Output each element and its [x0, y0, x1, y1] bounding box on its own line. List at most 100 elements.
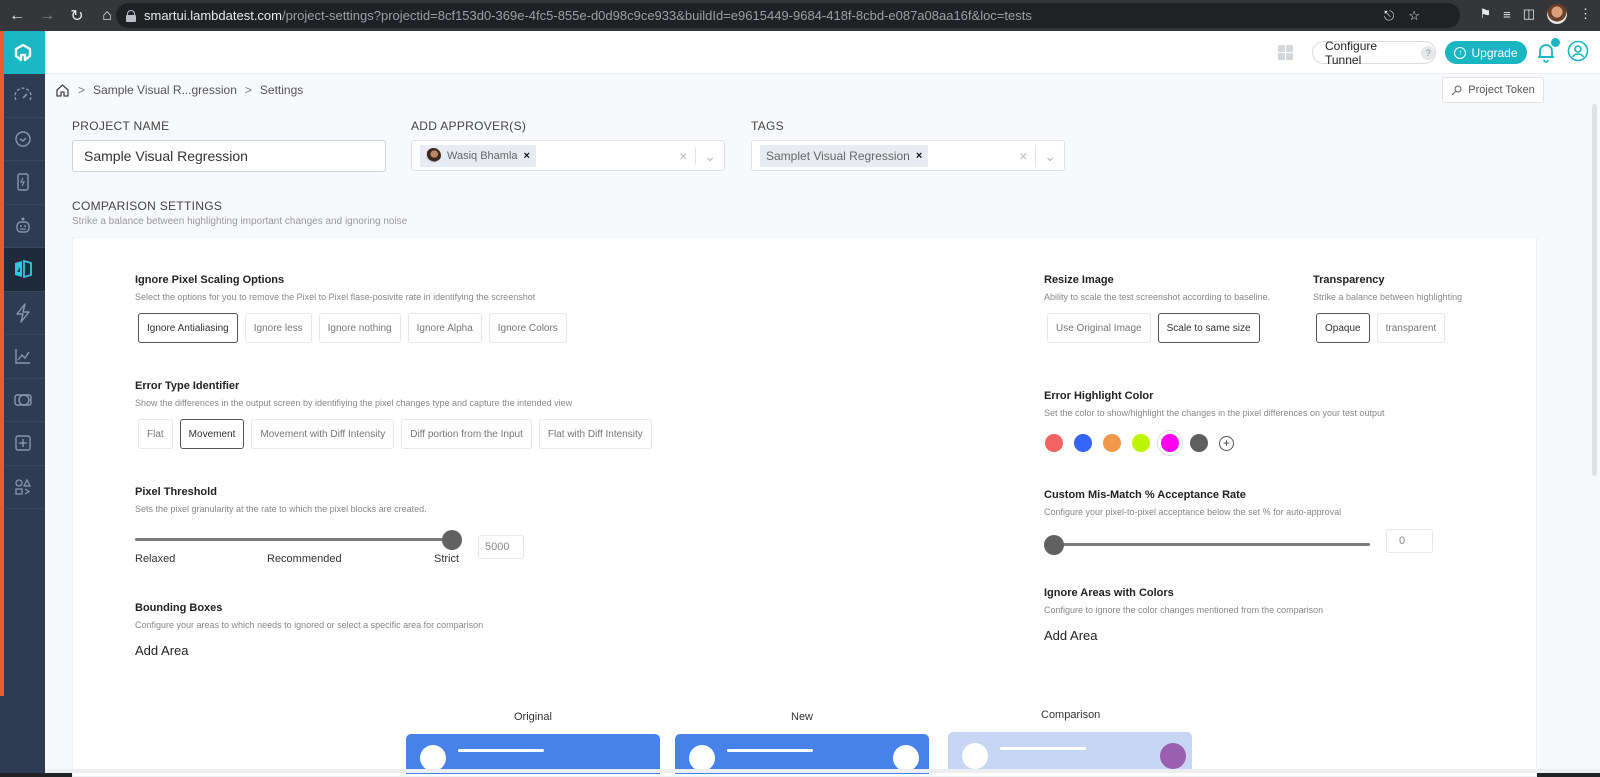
breadcrumb-project[interactable]: Sample Visual R...gression [93, 83, 237, 97]
extensions-icon[interactable]: ⚑ [1479, 6, 1491, 22]
clear-icon[interactable]: × [1019, 148, 1027, 164]
sidebar-item-automation[interactable] [0, 118, 45, 161]
chevron-down-icon[interactable]: ⌄ [704, 148, 716, 165]
option-diff-portion-input[interactable]: Diff portion from the Input [401, 419, 532, 449]
transparency-options: Opaque transparent [1316, 313, 1446, 343]
tag-chip: Samplet Visual Regression × [760, 144, 929, 167]
sidebar-item-integrations[interactable] [0, 422, 45, 466]
preview-label-new: New [791, 711, 814, 723]
url-text[interactable]: smartui.lambdatest.com/project-settings?… [144, 8, 1032, 23]
option-scale-same-size[interactable]: Scale to same size [1157, 313, 1260, 343]
slider-thumb[interactable] [442, 530, 462, 550]
sidebar-item-real-device[interactable] [0, 161, 45, 205]
configure-tunnel-label: Configure Tunnel [1325, 38, 1378, 67]
color-swatch-blue[interactable] [1074, 434, 1092, 452]
option-ignore-antialiasing[interactable]: Ignore Antialiasing [138, 313, 238, 343]
lambdatest-logo[interactable] [0, 31, 45, 74]
sidebar-item-smart-ui[interactable] [0, 248, 45, 292]
address-bar[interactable]: smartui.lambdatest.com/project-settings?… [116, 3, 1460, 28]
sidebar [0, 31, 45, 773]
breadcrumb-separator: > [78, 83, 86, 97]
sidebar-item-hyperexecute[interactable] [0, 292, 45, 335]
color-swatch-orange[interactable] [1103, 434, 1121, 452]
resize-image-title: Resize Image [1044, 274, 1114, 286]
top-header: Configure Tunnel ? ↑ Upgrade [45, 31, 1600, 74]
sidebar-item-apps[interactable] [0, 466, 45, 509]
approvers-select[interactable]: Wasiq Bhamla × × ⌄ [411, 140, 725, 171]
tags-label: TAGS [751, 119, 784, 133]
ignore-colors-subtitle: Configure to ignore the color changes me… [1044, 605, 1324, 615]
app-root: Configure Tunnel ? ↑ Upgrade > Sample Vi… [0, 31, 1600, 777]
option-ignore-colors[interactable]: Ignore Colors [488, 313, 567, 343]
configure-tunnel-button[interactable]: Configure Tunnel ? [1312, 38, 1436, 67]
apps-grid-icon[interactable] [1278, 45, 1293, 60]
remove-chip-icon[interactable]: × [524, 150, 530, 162]
menu-kebab-icon[interactable]: ⋮ [1579, 6, 1592, 22]
preview-text-line [458, 749, 544, 752]
clock-cycle-icon [14, 131, 31, 147]
clear-icon[interactable]: × [679, 148, 687, 164]
option-flat-diff-intensity[interactable]: Flat with Diff Intensity [538, 419, 652, 449]
project-token-button[interactable]: Project Token [1442, 77, 1544, 103]
transparency-subtitle: Strike a balance between highlighting [1313, 292, 1463, 302]
project-token-label: Project Token [1468, 84, 1535, 96]
home-breadcrumb-icon[interactable] [55, 83, 70, 98]
option-movement[interactable]: Movement [179, 419, 245, 449]
ignore-colors-add-area[interactable]: Add Area [1044, 628, 1098, 643]
option-use-original-image[interactable]: Use Original Image [1047, 313, 1151, 343]
option-ignore-less[interactable]: Ignore less [244, 313, 312, 343]
sidebar-item-test-at-scale[interactable] [0, 205, 45, 248]
user-profile-icon[interactable] [1567, 40, 1589, 62]
sidebar-item-issue-tracker[interactable] [0, 379, 45, 422]
speedometer-icon [13, 87, 32, 101]
bounding-boxes-add-area[interactable]: Add Area [135, 643, 189, 658]
pixel-threshold-slider[interactable] [135, 530, 462, 550]
reload-icon[interactable]: ↻ [64, 3, 90, 29]
option-ignore-nothing[interactable]: Ignore nothing [318, 313, 401, 343]
option-transparent[interactable]: transparent [1376, 313, 1446, 343]
pixel-threshold-subtitle: Sets the pixel granularity at the rate t… [135, 504, 427, 514]
slider-thumb[interactable] [1044, 535, 1064, 555]
preview-diff-marker [1160, 743, 1186, 769]
add-color-icon[interactable]: + [1219, 435, 1234, 451]
approver-name: Wasiq Bhamla [447, 149, 518, 162]
project-name-input[interactable] [72, 140, 386, 172]
profile-avatar[interactable] [1547, 4, 1567, 24]
select-divider [1035, 147, 1037, 165]
mismatch-title: Custom Mis-Match % Acceptance Rate [1044, 489, 1246, 501]
help-icon[interactable]: ? [1421, 45, 1435, 60]
lock-icon[interactable] [126, 9, 136, 22]
mismatch-slider[interactable] [1044, 535, 1370, 555]
reading-list-icon[interactable]: ≡ [1503, 7, 1511, 22]
back-icon[interactable]: ← [4, 3, 30, 29]
mismatch-input[interactable]: 0 [1386, 529, 1433, 553]
color-swatch-red[interactable] [1045, 434, 1063, 452]
notifications-bell-icon[interactable] [1534, 38, 1560, 64]
sidebar-item-dashboard[interactable] [0, 74, 45, 118]
pixel-threshold-input[interactable]: 5000 [478, 535, 524, 559]
bookmark-star-icon[interactable]: ☆ [1408, 8, 1420, 24]
sidebar-item-analytics[interactable] [0, 335, 45, 379]
option-opaque[interactable]: Opaque [1316, 313, 1370, 343]
color-swatch-gray[interactable] [1190, 434, 1208, 452]
share-icon[interactable]: ⎋ [1384, 8, 1394, 24]
tags-select[interactable]: Samplet Visual Regression × × ⌄ [751, 140, 1065, 171]
upgrade-button[interactable]: ↑ Upgrade [1445, 41, 1527, 64]
preview-extra-circle [893, 745, 919, 771]
browser-toolbar: ← → ↻ ⌂ smartui.lambdatest.com/project-s… [0, 0, 1600, 31]
color-swatch-lime[interactable] [1132, 434, 1150, 452]
sidepanel-icon[interactable]: ◫ [1523, 6, 1535, 22]
option-flat[interactable]: Flat [138, 419, 173, 449]
remove-chip-icon[interactable]: × [916, 150, 922, 162]
forward-icon[interactable]: → [34, 3, 60, 29]
project-name-label: PROJECT NAME [72, 119, 170, 133]
window-edge-accent [0, 31, 4, 696]
highlight-color-subtitle: Set the color to show/highlight the chan… [1044, 408, 1385, 418]
option-ignore-alpha[interactable]: Ignore Alpha [407, 313, 482, 343]
color-swatch-magenta[interactable] [1161, 434, 1179, 452]
page-scrollbar[interactable] [1592, 104, 1597, 476]
preview-new-image [675, 734, 929, 774]
ignore-pixel-title: Ignore Pixel Scaling Options [135, 274, 285, 286]
option-movement-diff-intensity[interactable]: Movement with Diff Intensity [251, 419, 395, 449]
chevron-down-icon[interactable]: ⌄ [1044, 148, 1056, 165]
